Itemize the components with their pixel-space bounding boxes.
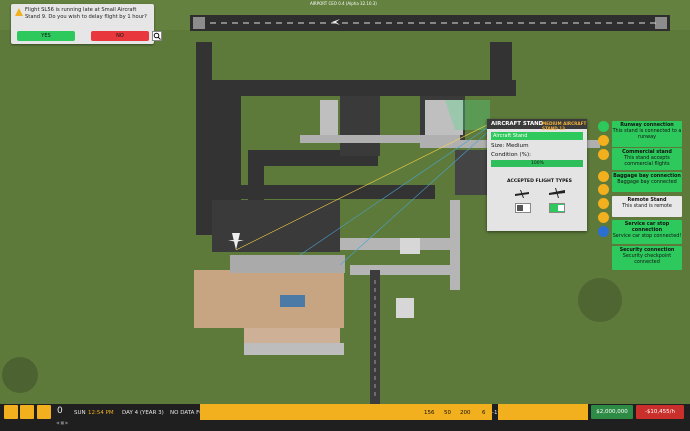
stat-value: 156 xyxy=(424,410,435,416)
connection-desc: Security checkpoint connected xyxy=(622,253,672,265)
plane-icon xyxy=(598,171,609,182)
plane-icon[interactable] xyxy=(20,405,34,419)
stat-value: 200 xyxy=(460,410,471,416)
tools-icon xyxy=(598,184,609,195)
connection-desc: This stand is connected to a runway xyxy=(612,128,682,140)
speed-icon: ◀ ■ ▶ xyxy=(56,420,69,425)
alert-icon[interactable] xyxy=(4,405,18,419)
yes-button[interactable]: YES xyxy=(17,31,75,41)
airplane-medium-icon xyxy=(549,187,565,201)
connection-desc: This stand is remote xyxy=(622,203,672,209)
small-aircraft-toggle[interactable] xyxy=(515,203,531,213)
panel-header: AIRCRAFT STAND MEDIUM AIRCRAFT STAND 13 xyxy=(487,119,587,131)
connection-desc: This stand accepts commercial flights xyxy=(624,155,670,167)
condition-label: Condition (%): xyxy=(491,152,532,158)
stat-value: 6 xyxy=(482,410,486,416)
panel-title: AIRCRAFT STAND xyxy=(491,121,544,127)
finance-menu[interactable] xyxy=(498,404,588,420)
baggage-bay-box: Baggage bay connection Baggage bay conne… xyxy=(612,172,682,192)
commercial-stand-box: Commercial stand This stand accepts comm… xyxy=(612,148,682,170)
panel-subtitle: MEDIUM AIRCRAFT STAND 13 xyxy=(542,121,587,131)
people-icon[interactable] xyxy=(37,405,51,419)
aircraft-stand-panel: AIRCRAFT STAND MEDIUM AIRCRAFT STAND 13 … xyxy=(487,119,587,231)
terminal-building xyxy=(194,270,344,328)
money-display: $2,000,000 xyxy=(591,405,633,419)
connection-title: Service car stop connection xyxy=(624,221,670,233)
remote-stand-box: Remote Stand This stand is remote xyxy=(612,196,682,217)
plane-icon xyxy=(598,149,609,160)
condition-percent: 100% xyxy=(531,161,544,166)
connection-title: Commercial stand xyxy=(622,149,672,155)
runway-connection-box: Runway connection This stand is connecte… xyxy=(612,121,682,147)
airplane-small-icon xyxy=(515,189,529,201)
connection-title: Security connection xyxy=(619,247,675,253)
accepted-types-label: ACCEPTED FLIGHT TYPES xyxy=(507,179,572,184)
stand-name-field[interactable]: Aircraft Stand xyxy=(491,132,583,140)
notification-message: Flight SL56 is running late at Small Air… xyxy=(25,7,147,20)
connection-desc: Service car stop connected! xyxy=(612,233,682,239)
luggage-icon xyxy=(598,198,609,209)
build-menu[interactable] xyxy=(200,404,412,420)
day-label: SUN xyxy=(74,410,86,416)
arrow-up-icon xyxy=(598,135,609,146)
passenger-count: 0 xyxy=(57,406,63,416)
service-car-stop-box: Service car stop connection Service car … xyxy=(612,220,682,244)
connection-title: Runway connection xyxy=(620,122,674,128)
time-label: 12:54 PM xyxy=(88,410,114,416)
flag-icon xyxy=(598,226,609,237)
security-connection-box: Security connection Security checkpoint … xyxy=(612,246,682,270)
car-icon xyxy=(598,212,609,223)
date-label: DAY 4 (YEAR 3) xyxy=(122,410,164,416)
connection-title: Baggage bay connection xyxy=(613,173,681,179)
stat-value: 50 xyxy=(444,410,451,416)
connection-desc: Baggage bay connected xyxy=(617,179,677,185)
warning-icon xyxy=(15,8,23,16)
no-button[interactable]: NO xyxy=(91,31,149,41)
delay-notification: Flight SL56 is running late at Small Air… xyxy=(11,4,162,44)
power-icon xyxy=(598,121,609,132)
condition-bar: 100% xyxy=(491,160,583,167)
size-label: Size: Medium xyxy=(491,143,529,149)
income-display: -$10,455/h xyxy=(636,405,684,419)
connection-title: Remote Stand xyxy=(627,197,667,203)
version-label: AIRPORT CEO 0.4 (Alpha 32.10.3) xyxy=(310,1,377,6)
search-icon[interactable] xyxy=(152,31,162,41)
medium-aircraft-toggle[interactable] xyxy=(549,203,565,213)
